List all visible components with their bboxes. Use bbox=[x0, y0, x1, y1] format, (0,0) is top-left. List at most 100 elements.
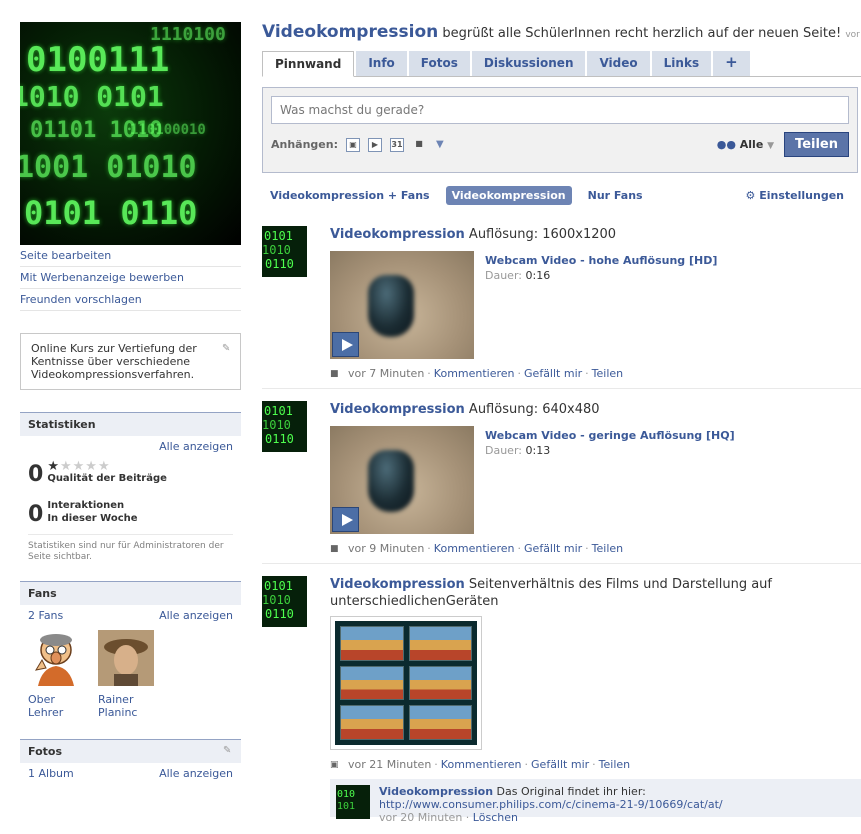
comment-link[interactable]: Kommentieren bbox=[441, 758, 522, 771]
fan-name: Rainer bbox=[98, 693, 134, 706]
promote-ad-link[interactable]: Mit Werbenanzeige bewerben bbox=[20, 267, 241, 289]
avatar[interactable]: 0101 1010 0110 bbox=[262, 576, 307, 627]
play-icon[interactable] bbox=[332, 507, 359, 532]
photo-icon: ▣ bbox=[330, 759, 339, 770]
wall-filters: Videokompression + Fans Videokompression… bbox=[262, 186, 858, 205]
pencil-icon[interactable]: ✎ bbox=[223, 745, 233, 756]
share-button[interactable]: Teilen bbox=[784, 132, 849, 157]
profile-picture[interactable]: 0100111 1010 0101 01101 1010 1001 01010 … bbox=[20, 22, 241, 245]
filter-page-only[interactable]: Videokompression bbox=[445, 186, 572, 205]
tab-pinnwand[interactable]: Pinnwand bbox=[262, 51, 355, 77]
photos-sub: 1 Album Alle anzeigen bbox=[20, 763, 241, 784]
attach-row: Anhängen: ▣ ▶ 31 ■ ▼ ●● Alle ▼ Teilen bbox=[271, 132, 849, 157]
like-link[interactable]: Gefällt mir bbox=[524, 367, 582, 380]
share-link[interactable]: Teilen bbox=[592, 542, 623, 555]
fan-item[interactable]: Rainer Planinc bbox=[98, 630, 158, 719]
comment-link[interactable]: Kommentieren bbox=[434, 542, 515, 555]
calendar-attach-icon[interactable]: 31 bbox=[390, 137, 404, 152]
svg-text:1010: 1010 bbox=[262, 593, 291, 607]
comment-author[interactable]: Videokompression bbox=[379, 785, 493, 798]
video-info: Webcam Video - hohe Auflösung [HD] Dauer… bbox=[485, 254, 717, 359]
photo-panel bbox=[408, 705, 472, 740]
fan-name: Lehrer bbox=[28, 706, 64, 719]
play-icon[interactable] bbox=[332, 332, 359, 357]
video-title[interactable]: Webcam Video - hohe Auflösung [HD] bbox=[485, 254, 717, 267]
settings-link[interactable]: ⚙ Einstellungen bbox=[746, 189, 844, 202]
post-footer: ▣ vor 21 Minuten · Kommentieren · Gefäll… bbox=[330, 758, 861, 771]
svg-text:0101: 0101 bbox=[264, 404, 293, 418]
post-text: Auflösung: 1600x1200 bbox=[468, 227, 617, 242]
filter-page-and-fans[interactable]: Videokompression + Fans bbox=[262, 186, 436, 205]
svg-text:0110: 0110 bbox=[265, 432, 294, 446]
wall-post: 0101 1010 0110 Videokompression Auflösun… bbox=[262, 226, 861, 389]
page-name[interactable]: Videokompression bbox=[262, 22, 438, 42]
photos-show-all-link[interactable]: Alle anzeigen bbox=[159, 767, 233, 780]
video-attachment: Webcam Video - geringe Auflösung [HQ] Da… bbox=[330, 426, 861, 534]
wall-post: 0101 1010 0110 Videokompression Auflösun… bbox=[262, 401, 861, 564]
post-time[interactable]: vor 9 Minuten bbox=[348, 542, 424, 555]
quality-stat: 0 ★★★★★ Qualität der Beiträge bbox=[20, 457, 241, 488]
suggest-friends-link[interactable]: Freunden vorschlagen bbox=[20, 289, 241, 311]
statistics-show-all-link[interactable]: Alle anzeigen bbox=[159, 440, 233, 453]
admin-note: Statistiken sind nur für Administratoren… bbox=[28, 534, 233, 573]
avatar[interactable]: 0101 1010 0110 bbox=[262, 226, 307, 277]
chevron-down-icon: ▼ bbox=[767, 141, 775, 151]
status-input[interactable]: Was machst du gerade? bbox=[271, 96, 849, 124]
post-time[interactable]: vor 21 Minuten bbox=[348, 758, 431, 771]
avatar[interactable]: 0101 1010 0110 bbox=[262, 401, 307, 452]
star-rating: ★★★★★ bbox=[47, 459, 167, 474]
like-link[interactable]: Gefällt mir bbox=[531, 758, 589, 771]
matrix-digits: 0101 0110 bbox=[24, 194, 198, 232]
avatar[interactable] bbox=[28, 630, 84, 686]
fan-item[interactable]: Ober Lehrer bbox=[28, 630, 88, 719]
share-link[interactable]: Teilen bbox=[592, 367, 623, 380]
delete-link[interactable]: Löschen bbox=[473, 811, 518, 824]
camera-attach-icon[interactable]: ■ bbox=[412, 138, 426, 152]
tab-bar: Pinnwand Info Fotos Diskussionen Video L… bbox=[262, 51, 861, 77]
fans-count-link[interactable]: 2 Fans bbox=[28, 609, 63, 622]
video-thumbnail[interactable] bbox=[330, 426, 474, 534]
fan-name: Ober bbox=[28, 693, 55, 706]
privacy-selector[interactable]: ●● Alle ▼ bbox=[717, 138, 774, 151]
post-author[interactable]: Videokompression bbox=[330, 402, 465, 417]
add-tab-button[interactable]: + bbox=[713, 51, 750, 76]
pencil-icon[interactable]: ✎ bbox=[222, 342, 232, 354]
edit-page-link[interactable]: Seite bearbeiten bbox=[20, 245, 241, 267]
video-title[interactable]: Webcam Video - geringe Auflösung [HQ] bbox=[485, 429, 735, 442]
tab-video[interactable]: Video bbox=[587, 51, 650, 76]
post-time[interactable]: vor 7 Minuten bbox=[348, 367, 424, 380]
svg-text:0101: 0101 bbox=[264, 579, 293, 593]
album-count-link[interactable]: 1 Album bbox=[28, 767, 74, 780]
tab-diskussionen[interactable]: Diskussionen bbox=[471, 51, 586, 76]
tab-info[interactable]: Info bbox=[356, 51, 407, 76]
composer: Was machst du gerade? Anhängen: ▣ ▶ 31 ■… bbox=[262, 87, 858, 173]
video-attach-icon[interactable]: ▶ bbox=[368, 137, 382, 152]
filter-fans-only[interactable]: Nur Fans bbox=[582, 186, 649, 205]
avatar[interactable] bbox=[98, 630, 154, 686]
comment-url[interactable]: http://www.consumer.philips.com/c/cinema… bbox=[379, 798, 723, 811]
video-thumbnail[interactable] bbox=[330, 251, 474, 359]
photo-attach-icon[interactable]: ▣ bbox=[346, 137, 360, 152]
post-author[interactable]: Videokompression bbox=[330, 577, 465, 592]
tab-fotos[interactable]: Fotos bbox=[408, 51, 470, 76]
duration-label: Dauer: bbox=[485, 269, 522, 282]
star-icon: ★ bbox=[47, 459, 60, 474]
video-duration: Dauer: 0:16 bbox=[485, 269, 717, 282]
tab-links[interactable]: Links bbox=[651, 51, 712, 76]
photo-attachment[interactable] bbox=[330, 616, 482, 750]
like-link[interactable]: Gefällt mir bbox=[524, 542, 582, 555]
duration-label: Dauer: bbox=[485, 444, 522, 457]
comment-body: Videokompression Das Original findet ihr… bbox=[379, 785, 856, 824]
star-icon: ★ bbox=[85, 459, 98, 474]
avatar[interactable]: 010 101 bbox=[336, 785, 370, 819]
post-footer: ■ vor 9 Minuten · Kommentieren · Gefällt… bbox=[330, 542, 861, 555]
chevron-down-icon[interactable]: ▼ bbox=[436, 139, 444, 150]
share-link[interactable]: Teilen bbox=[599, 758, 630, 771]
fans-title: Fans bbox=[20, 582, 241, 605]
fans-show-all-link[interactable]: Alle anzeigen bbox=[159, 609, 233, 622]
post-author[interactable]: Videokompression bbox=[330, 227, 465, 242]
comment-link[interactable]: Kommentieren bbox=[434, 367, 515, 380]
camera-icon: ■ bbox=[330, 368, 339, 379]
statistics-title: Statistiken bbox=[20, 413, 241, 436]
camera-icon: ■ bbox=[330, 543, 339, 554]
